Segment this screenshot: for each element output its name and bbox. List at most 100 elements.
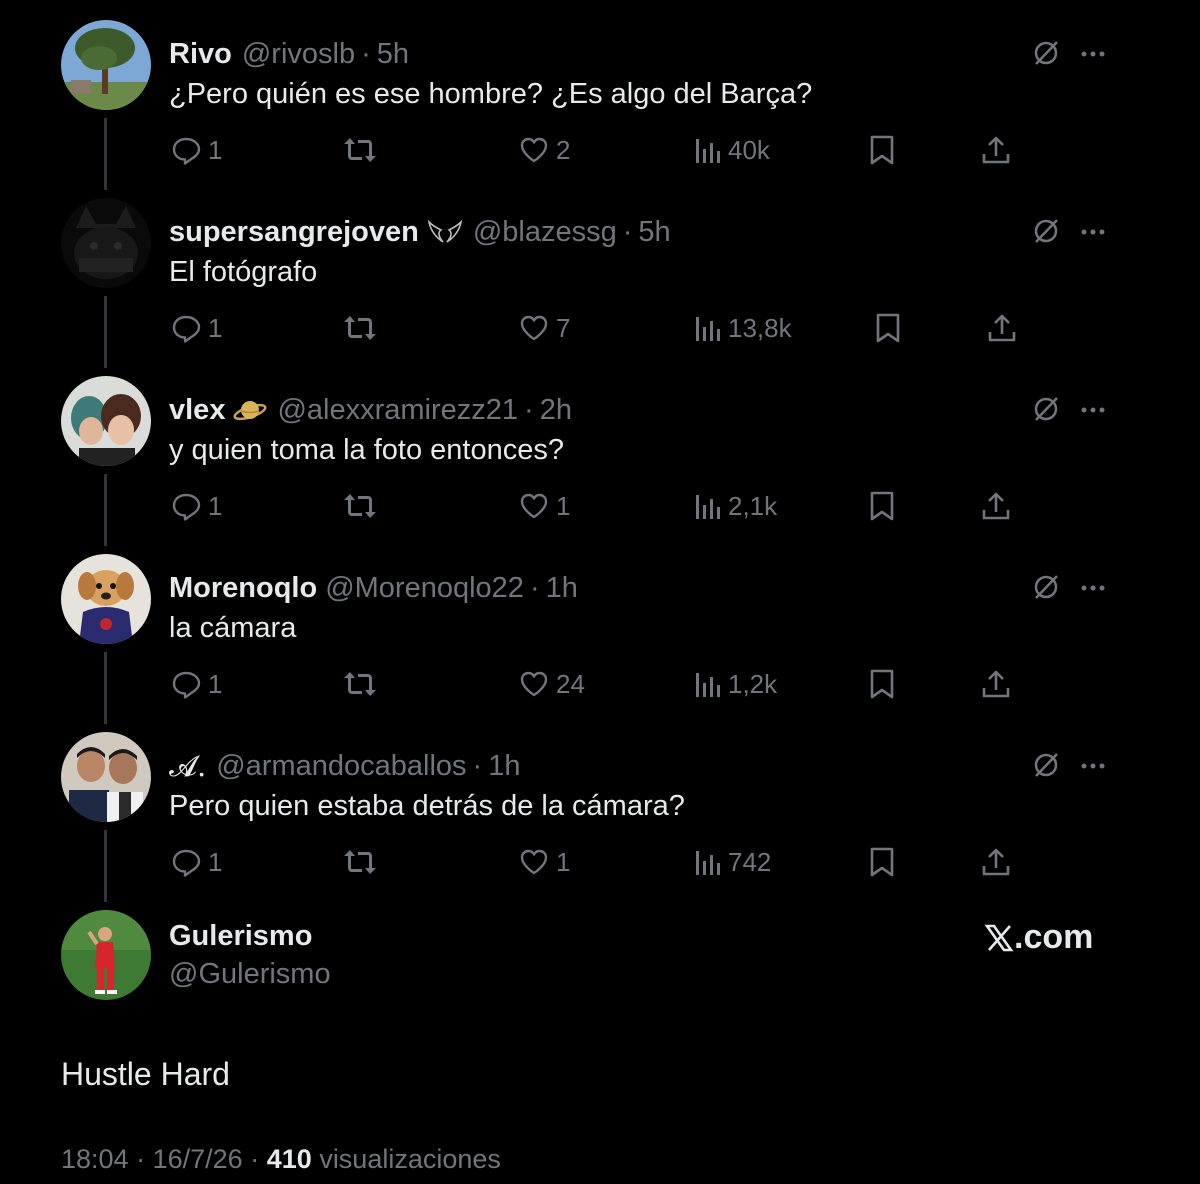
avatar[interactable] — [61, 20, 151, 110]
views-icon — [694, 135, 722, 165]
views-button[interactable]: 13,8k — [694, 310, 792, 346]
reply-count: 1 — [208, 490, 223, 521]
reply-tweet[interactable]: supersangrejoven @blazessg · 5h El fotóg… — [0, 198, 1200, 376]
user-name[interactable]: Morenoqlo — [169, 572, 317, 605]
retweet-button[interactable] — [342, 310, 384, 346]
views-count: 1,2k — [728, 668, 778, 699]
bookmark-button[interactable] — [874, 310, 902, 346]
share-icon — [980, 134, 1012, 166]
views-icon — [694, 313, 722, 343]
main-user-handle[interactable]: @Gulerismo — [169, 958, 331, 991]
x-brand-link[interactable]: .com — [984, 918, 1093, 957]
timestamp[interactable]: 5h — [638, 216, 670, 249]
more-options-icon[interactable] — [1080, 762, 1106, 770]
like-count: 7 — [556, 312, 571, 343]
views-button[interactable]: 1,2k — [694, 666, 777, 702]
reply-tweet[interactable]: Rivo @rivoslb · 5h ¿Pero quién es ese ho… — [0, 20, 1200, 198]
share-button[interactable] — [980, 488, 1012, 524]
retweet-icon — [342, 846, 378, 878]
reply-header: vlex @alexxramirezz21 · 2h — [169, 390, 572, 430]
mute-icon[interactable] — [1031, 572, 1061, 602]
like-button[interactable]: 1 — [518, 488, 570, 524]
user-handle[interactable]: @Morenoqlo22 — [325, 572, 524, 605]
like-button[interactable]: 2 — [518, 132, 570, 168]
separator: · — [529, 571, 540, 604]
user-name[interactable]: 𝓐. — [169, 749, 206, 784]
heart-icon — [518, 668, 550, 700]
reply-button[interactable]: 1 — [170, 666, 222, 702]
avatar[interactable] — [61, 554, 151, 644]
share-icon — [980, 490, 1012, 522]
mute-icon[interactable] — [1031, 750, 1061, 780]
reply-tweet[interactable]: vlex @alexxramirezz21 · 2h y quien toma … — [0, 376, 1200, 554]
main-user-name[interactable]: Gulerismo — [169, 920, 312, 953]
timestamp[interactable]: 5h — [377, 38, 409, 71]
reply-header: Rivo @rivoslb · 5h — [169, 34, 409, 74]
avatar[interactable] — [61, 198, 151, 288]
user-handle[interactable]: @armandocaballos — [216, 750, 466, 783]
tweet-time[interactable]: 18:04 — [61, 1144, 129, 1174]
share-button[interactable] — [980, 844, 1012, 880]
reply-button[interactable]: 1 — [170, 310, 222, 346]
more-options-icon[interactable] — [1080, 406, 1106, 414]
reply-count: 1 — [208, 668, 223, 699]
share-button[interactable] — [980, 132, 1012, 168]
separator: · — [250, 1144, 260, 1174]
retweet-button[interactable] — [342, 844, 384, 880]
bookmark-button[interactable] — [868, 488, 896, 524]
more-options-icon[interactable] — [1080, 228, 1106, 236]
avatar[interactable] — [61, 732, 151, 822]
retweet-button[interactable] — [342, 132, 384, 168]
main-avatar[interactable] — [61, 910, 151, 1000]
views-button[interactable]: 40k — [694, 132, 770, 168]
like-button[interactable]: 1 — [518, 844, 570, 880]
reply-icon — [170, 846, 202, 878]
bookmark-icon — [868, 846, 896, 878]
user-name[interactable]: Rivo — [169, 38, 232, 71]
timestamp[interactable]: 1h — [546, 572, 578, 605]
mute-icon[interactable] — [1031, 394, 1061, 424]
more-options-icon[interactable] — [1080, 50, 1106, 58]
timestamp[interactable]: 1h — [488, 750, 520, 783]
tweet-date[interactable]: 16/7/26 — [153, 1144, 243, 1174]
more-options-icon[interactable] — [1080, 584, 1106, 592]
reply-icon — [170, 490, 202, 522]
user-name[interactable]: supersangrejoven — [169, 216, 419, 249]
reply-button[interactable]: 1 — [170, 132, 222, 168]
heart-icon — [518, 134, 550, 166]
reply-count: 1 — [208, 846, 223, 877]
user-name[interactable]: vlex — [169, 394, 225, 427]
like-button[interactable]: 7 — [518, 310, 570, 346]
user-handle[interactable]: @blazessg — [473, 216, 617, 249]
bookmark-button[interactable] — [868, 132, 896, 168]
retweet-icon — [342, 490, 378, 522]
bookmark-button[interactable] — [868, 844, 896, 880]
retweet-button[interactable] — [342, 666, 384, 702]
timestamp[interactable]: 2h — [540, 394, 572, 427]
reply-button[interactable]: 1 — [170, 844, 222, 880]
share-button[interactable] — [980, 666, 1012, 702]
wings-emoji-icon — [427, 218, 463, 246]
user-handle[interactable]: @alexxramirezz21 — [277, 394, 518, 427]
reply-tweet[interactable]: 𝓐. @armandocaballos · 1h Pero quien esta… — [0, 732, 1200, 910]
user-handle[interactable]: @rivoslb — [242, 38, 355, 71]
reply-header: Morenoqlo @Morenoqlo22 · 1h — [169, 568, 578, 608]
views-button[interactable]: 742 — [694, 844, 771, 880]
mute-icon[interactable] — [1031, 38, 1061, 68]
reply-tweet[interactable]: Morenoqlo @Morenoqlo22 · 1h la cámara 1 … — [0, 554, 1200, 732]
separator: · — [622, 215, 633, 248]
mute-icon[interactable] — [1031, 216, 1061, 246]
views-count: 13,8k — [728, 312, 792, 343]
like-button[interactable]: 24 — [518, 666, 585, 702]
share-button[interactable] — [986, 310, 1018, 346]
avatar[interactable] — [61, 376, 151, 466]
retweet-button[interactable] — [342, 488, 384, 524]
reply-button[interactable]: 1 — [170, 488, 222, 524]
share-icon — [980, 668, 1012, 700]
reply-icon — [170, 134, 202, 166]
reply-header: 𝓐. @armandocaballos · 1h — [169, 746, 520, 786]
bookmark-button[interactable] — [868, 666, 896, 702]
views-total: 410 — [266, 1144, 312, 1174]
like-count: 24 — [556, 668, 585, 699]
views-button[interactable]: 2,1k — [694, 488, 777, 524]
